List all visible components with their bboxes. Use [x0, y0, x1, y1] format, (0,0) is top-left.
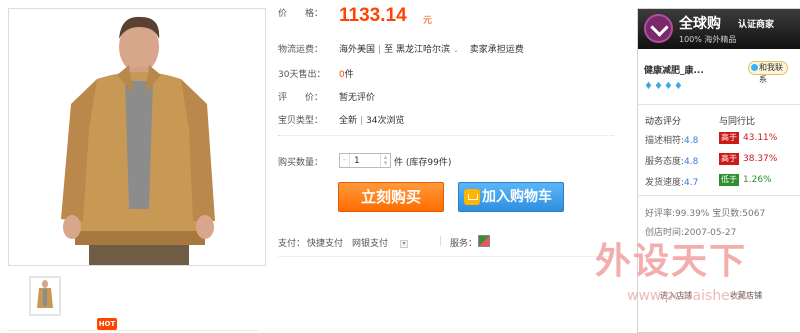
positive-rate: 好评率:99.39% [645, 209, 710, 219]
sold-row: 30天售出： 0件 [278, 67, 354, 80]
shipping-detail: 海外美国 | 至 黑龙江哈尔滨 ⌄ 卖家承担运费 [339, 42, 524, 55]
quantity-decrease-button[interactable]: - [340, 154, 350, 167]
contact-label: 和我联系 [759, 63, 783, 84]
seller-rank-diamond-icon: ♦♦♦♦ [644, 81, 684, 92]
buy-now-button[interactable]: 立刻购买 [338, 182, 444, 212]
jacket-thumbnail-illustration [31, 278, 59, 314]
global-buy-header: 全球购 认证商家 100% 海外精品 [638, 9, 800, 49]
payment-dropdown[interactable]: ▾ [400, 239, 409, 248]
dsr-score: 4.8 [684, 157, 699, 167]
quantity-input[interactable]: 1 [354, 155, 380, 167]
service-label: 服务： [450, 239, 478, 249]
sold-unit: 件 [344, 70, 354, 80]
type-row: 宝贝类型： 全新 | 34次浏览 [278, 113, 405, 126]
divider [638, 104, 800, 105]
stock-count: (库存99件) [405, 158, 452, 168]
dsr-label: 描述相符: [645, 136, 685, 146]
sold-detail: 0件 [339, 67, 354, 80]
shipping-from: 海外美国 [339, 45, 376, 55]
divider [8, 330, 258, 331]
divider [278, 256, 614, 257]
shipping-to-prefix: 至 [384, 45, 394, 55]
quantity-row: 购买数量： - 1 ▴ ▾ 件 (库存99件) [278, 153, 451, 168]
cart-icon [464, 189, 480, 205]
quantity-unit: 件 [394, 158, 404, 168]
view-count: 34次浏览 [366, 116, 405, 126]
payment-row: 支付： 快捷支付 网银支付 ▾ 服务： [278, 235, 490, 249]
shop-actions: 进入店铺 收藏店铺 [638, 287, 800, 305]
dsr-row: 发货速度:4.7 低于 1.26% [645, 174, 795, 188]
dsr-compare-badge: 高于 [719, 132, 739, 144]
jacket-model-illustration [9, 9, 265, 265]
dsr-label: 服务态度: [645, 157, 685, 167]
separator: | [378, 45, 382, 55]
dsr-title: 动态评分 [645, 117, 682, 127]
price-unit: 元 [423, 16, 433, 26]
dsr-row: 描述相符:4.8 高于 43.11% [645, 132, 795, 146]
contact-seller-button[interactable]: 和我联系 [748, 61, 788, 84]
favorite-shop-link[interactable]: 收藏店铺 [730, 290, 762, 301]
payment-options[interactable]: 快捷支付 网银支付 [305, 239, 388, 249]
review-label: 评 价： [278, 93, 324, 103]
dsr-percent: 38.37% [743, 154, 778, 164]
dsr-score: 4.7 [684, 178, 699, 188]
divider [638, 195, 800, 196]
service-icon[interactable] [478, 235, 490, 247]
divider [278, 135, 614, 136]
quantity-stepper[interactable]: - 1 ▴ ▾ [339, 153, 391, 168]
item-count: 宝贝数:5067 [712, 209, 766, 219]
divider [440, 236, 441, 246]
shipping-destination-select[interactable]: 黑龙江哈尔滨 [396, 45, 450, 55]
stock-info: 件 (库存99件) [394, 155, 451, 168]
type-value: 全新 [339, 116, 358, 126]
product-main-image[interactable] [8, 8, 266, 266]
dsr-percent: 43.11% [743, 133, 778, 143]
separator: | [360, 116, 364, 126]
sold-label: 30天售出： [278, 70, 326, 80]
type-label: 宝贝类型： [278, 116, 324, 126]
price-value: 1133.14 [339, 5, 407, 26]
price-label: 价 格： [278, 9, 324, 19]
review-row: 评 价： 暂无评价 [278, 90, 375, 103]
dsr-score: 4.8 [684, 136, 699, 146]
shipping-label: 物流运费： [278, 45, 324, 55]
shop-stats: 好评率:99.39% 宝贝数:5067 [645, 206, 765, 219]
enter-shop-link[interactable]: 进入店铺 [660, 290, 692, 301]
add-to-cart-label: 加入购物车 [482, 189, 552, 205]
brand-title: 全球购 [679, 16, 721, 32]
shipping-fee: 卖家承担运费 [469, 45, 524, 55]
thumbnail-image[interactable] [29, 276, 61, 316]
dsr-compare-badge: 高于 [719, 153, 739, 165]
hot-badge: HOT [97, 318, 117, 330]
product-info: 价 格： 1133.14 元 物流运费： 海外美国 | 至 黑龙江哈尔滨 ⌄ 卖家承担… [278, 0, 618, 333]
shop-panel: 全球购 认证商家 100% 海外精品 健康减肥_康... 和我联系 ♦♦♦♦ 动… [637, 8, 800, 333]
dsr-row: 服务态度:4.8 高于 38.37% [645, 153, 795, 167]
cert-title: 认证商家 [738, 20, 775, 30]
global-buy-logo-icon [644, 14, 673, 43]
quantity-increase-button[interactable]: ▴ ▾ [380, 154, 390, 167]
review-value[interactable]: 暂无评价 [339, 90, 375, 103]
shop-name-link[interactable]: 健康减肥_康... [644, 63, 704, 76]
dsr-compare-title: 与同行比 [719, 117, 756, 127]
dsr-compare-badge: 低于 [719, 174, 739, 186]
dsr-label: 发货速度: [645, 178, 685, 188]
shipping-row: 物流运费： 海外美国 | 至 黑龙江哈尔滨 ⌄ 卖家承担运费 [278, 42, 524, 55]
price-row: 价 格： 1133.14 元 [278, 5, 432, 26]
type-detail: 全新 | 34次浏览 [339, 113, 405, 126]
quantity-label: 购买数量： [278, 158, 324, 168]
add-to-cart-button[interactable]: 加入购物车 [458, 182, 564, 212]
dsr-percent: 1.26% [743, 175, 772, 185]
brand-subtitle: 100% 海外精品 [679, 35, 737, 44]
payment-label: 支付： [278, 239, 306, 249]
shop-created-date: 创店时间:2007-05-27 [645, 228, 737, 238]
chevron-down-icon[interactable]: ⌄ [450, 46, 459, 54]
